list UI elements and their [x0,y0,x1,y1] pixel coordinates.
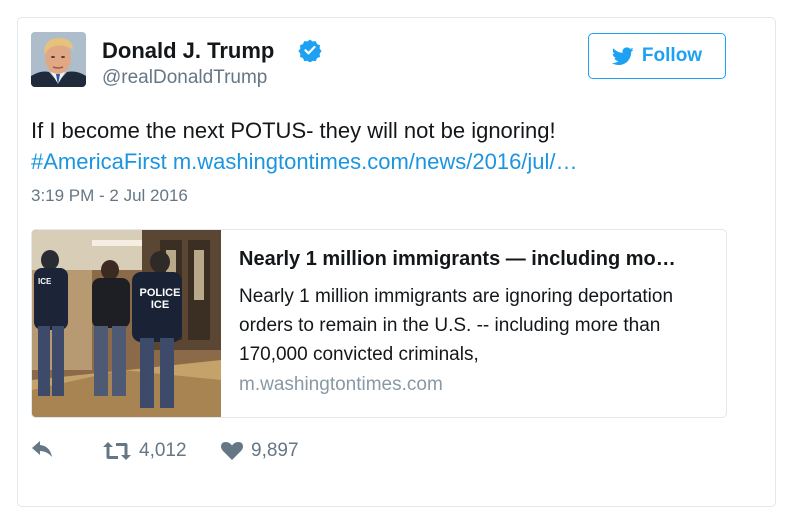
retweet-icon [103,442,131,460]
like-count: 9,897 [251,440,299,461]
follow-button[interactable]: Follow [588,33,726,79]
heart-icon [221,442,243,460]
user-handle[interactable]: @realDonaldTrump [102,67,267,89]
vest-label-ice: ICE [151,299,169,311]
tweet-timestamp[interactable]: 3:19 PM - 2 Jul 2016 [31,186,188,206]
article-link[interactable]: m.washingtontimes.com/news/2016/jul/… [173,149,578,174]
link-card-title[interactable]: Nearly 1 million immigrants — including … [239,248,714,271]
vest-label-police: POLICE [140,287,181,299]
tweet-body: If I become the next POTUS- they will no… [31,118,556,143]
like-button[interactable]: 9,897 [221,440,299,462]
retweet-button[interactable]: 4,012 [103,440,187,462]
tweet-text: If I become the next POTUS- they will no… [31,115,731,177]
verified-badge-icon [298,39,322,62]
link-card-domain: m.washingtontimes.com [239,374,443,395]
badge-label-ice: ICE [38,277,52,286]
user-name[interactable]: Donald J. Trump [102,38,274,64]
link-preview-card[interactable]: POLICE ICE ICE Nearly 1 million immigran… [31,229,727,418]
follow-label: Follow [641,45,703,66]
link-card-description: Nearly 1 million immigrants are ignoring… [239,286,674,365]
retweet-count: 4,012 [139,440,187,461]
avatar[interactable] [31,32,86,87]
article-thumbnail: POLICE ICE ICE [32,230,221,417]
twitter-bird-icon [611,46,634,65]
reply-icon [32,441,52,457]
reply-button[interactable] [31,440,53,458]
hashtag-link[interactable]: #AmericaFirst [31,149,167,174]
